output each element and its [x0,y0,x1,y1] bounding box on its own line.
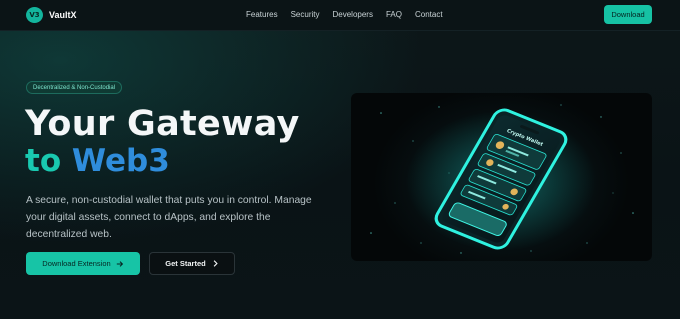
chevron-right-icon [213,260,218,267]
get-started-button[interactable]: Get Started [149,252,235,275]
hero-badge: Decentralized & Non-Custodial [26,81,123,94]
nav-link-developers[interactable]: Developers [332,10,372,19]
nav-links: Features Security Developers FAQ Contact [246,10,443,19]
logo[interactable]: V3 VaultX [26,7,77,23]
headline-to: to [25,143,62,179]
hero-headline-line2: to Web3 [25,143,170,179]
nav-link-faq[interactable]: FAQ [386,10,402,19]
download-extension-button[interactable]: Download Extension [26,252,140,275]
hero-description: A secure, non-custodial wallet that puts… [26,195,312,240]
headline-web3: Web3 [71,143,170,179]
top-navbar: V3 VaultX Features Security Developers F… [0,0,680,31]
get-started-label: Get Started [165,259,206,268]
brand-name: VaultX [49,10,77,20]
logo-badge: V3 [26,7,43,23]
nav-link-contact[interactable]: Contact [415,10,443,19]
hero-headline-line1: Your Gateway [25,104,300,144]
nav-link-features[interactable]: Features [246,10,278,19]
phone-illustration-svg: Crypto Wallet [370,104,634,254]
download-extension-label: Download Extension [42,259,111,268]
hero-phone-illustration: Crypto Wallet [351,93,652,261]
landing-page: V3 VaultX Features Security Developers F… [0,0,680,319]
nav-link-security[interactable]: Security [291,10,320,19]
arrow-right-icon [116,260,123,267]
nav-download-button[interactable]: Download [604,5,652,24]
